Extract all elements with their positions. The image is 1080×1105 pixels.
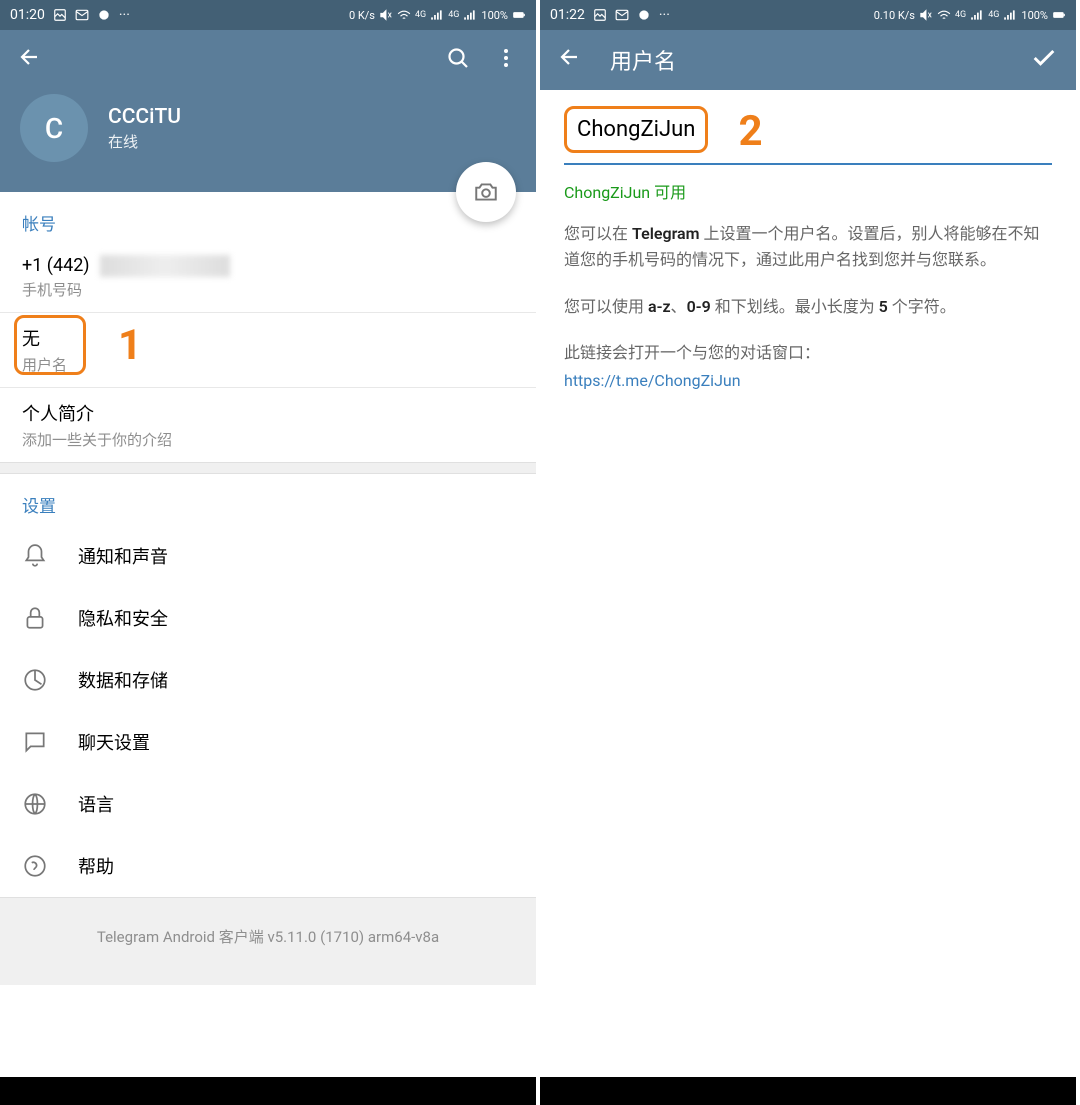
- username-item[interactable]: 无 用户名 1: [0, 313, 536, 388]
- back-button[interactable]: [558, 45, 582, 75]
- username-desc-1: 您可以在 Telegram 上设置一个用户名。设置后，别人将能够在不知道您的手机…: [564, 221, 1052, 274]
- network-speed: 0.10 K/s: [874, 9, 915, 22]
- settings-label: 聊天设置: [78, 729, 150, 755]
- check-icon: [1030, 44, 1058, 72]
- battery-percent: 100%: [1021, 9, 1048, 22]
- mail-icon: [615, 8, 629, 22]
- android-nav-bar: [0, 1077, 536, 1105]
- network-speed: 0 K/s: [349, 9, 375, 22]
- profile-settings-screen: 01:20 ··· 0 K/s 4G 4G 100%: [0, 0, 540, 1105]
- settings-help[interactable]: 帮助: [0, 835, 536, 897]
- username-link[interactable]: https://t.me/ChongZiJun: [564, 371, 1052, 390]
- settings-label: 语言: [78, 791, 114, 817]
- picture-icon: [593, 8, 607, 22]
- bio-label: 添加一些关于你的介绍: [22, 429, 514, 450]
- settings-notifications[interactable]: 通知和声音: [0, 525, 536, 587]
- app-header: 用户名: [540, 30, 1076, 90]
- username-desc-2: 您可以使用 a-z、0-9 和下划线。最小长度为 5 个字符。: [564, 294, 1052, 320]
- section-divider: [0, 462, 536, 474]
- status-time: 01:22: [550, 7, 585, 23]
- username-available: ChongZiJun 可用: [564, 179, 1052, 203]
- signal-icon: [970, 8, 984, 22]
- username-label: 用户名: [22, 354, 514, 375]
- settings-data[interactable]: 数据和存储: [0, 649, 536, 711]
- signal-4g: 4G: [415, 10, 426, 20]
- app-header: [0, 30, 536, 90]
- search-icon: [446, 46, 470, 70]
- avatar-initial: C: [45, 112, 63, 145]
- bio-value: 个人简介: [22, 400, 514, 426]
- app-version: Telegram Android 客户端 v5.11.0 (1710) arm6…: [0, 897, 536, 985]
- settings-privacy[interactable]: 隐私和安全: [0, 587, 536, 649]
- camera-fab[interactable]: [456, 162, 516, 222]
- username-input[interactable]: ChongZiJun: [577, 117, 695, 142]
- search-button[interactable]: [446, 46, 470, 74]
- signal-icon-2: [1003, 8, 1017, 22]
- chat-status-icon: [637, 8, 651, 22]
- wifi-icon: [937, 8, 951, 22]
- signal-4g: 4G: [955, 10, 966, 20]
- username-input-highlight: ChongZiJun: [564, 106, 708, 153]
- back-button[interactable]: [18, 45, 42, 75]
- signal-4g-2: 4G: [988, 10, 999, 20]
- mute-icon: [379, 8, 393, 22]
- status-bar: 01:22 ··· 0.10 K/s 4G 4G 100%: [540, 0, 1076, 30]
- confirm-button[interactable]: [1030, 44, 1058, 76]
- settings-label: 隐私和安全: [78, 605, 168, 631]
- battery-icon: [1052, 8, 1066, 22]
- android-nav-bar: [540, 1077, 1076, 1105]
- mail-icon: [75, 8, 89, 22]
- wifi-icon: [397, 8, 411, 22]
- picture-icon: [53, 8, 67, 22]
- settings-chat[interactable]: 聊天设置: [0, 711, 536, 773]
- settings-section-header: 设置: [0, 474, 536, 525]
- chat-icon: [22, 729, 48, 755]
- input-underline: [564, 163, 1052, 165]
- status-bar: 01:20 ··· 0 K/s 4G 4G 100%: [0, 0, 536, 30]
- profile-name: CCCiTU: [108, 105, 181, 129]
- help-icon: [22, 853, 48, 879]
- data-icon: [22, 667, 48, 693]
- bio-item[interactable]: 个人简介 添加一些关于你的介绍: [0, 388, 536, 462]
- phone-label: 手机号码: [22, 279, 514, 300]
- callout-2: 2: [738, 107, 762, 156]
- username-edit-screen: 01:22 ··· 0.10 K/s 4G 4G 100% 用户名: [540, 0, 1080, 1105]
- more-dots-icon: ···: [119, 7, 130, 23]
- status-time: 01:20: [10, 7, 45, 23]
- more-button[interactable]: [494, 46, 518, 74]
- profile-status: 在线: [108, 131, 181, 152]
- signal-icon: [430, 8, 444, 22]
- settings-label: 通知和声音: [78, 543, 168, 569]
- account-section-header: 帐号: [0, 192, 536, 243]
- globe-icon: [22, 791, 48, 817]
- settings-label: 数据和存储: [78, 667, 168, 693]
- camera-icon: [473, 179, 499, 205]
- battery-percent: 100%: [481, 9, 508, 22]
- lock-icon: [22, 605, 48, 631]
- settings-label: 帮助: [78, 853, 114, 879]
- content-scroll[interactable]: 帐号 +1 (442) 手机号码 无 用户名 1 个人简介 添加一些关于你的介绍…: [0, 192, 536, 1077]
- phone-item[interactable]: +1 (442) 手机号码: [0, 243, 536, 313]
- settings-language[interactable]: 语言: [0, 773, 536, 835]
- bell-icon: [22, 543, 48, 569]
- battery-icon: [512, 8, 526, 22]
- redacted-phone: [100, 255, 230, 277]
- signal-4g-2: 4G: [448, 10, 459, 20]
- username-link-desc: 此链接会打开一个与您的对话窗口：: [564, 340, 1052, 366]
- signal-icon-2: [463, 8, 477, 22]
- chat-status-icon: [97, 8, 111, 22]
- avatar[interactable]: C: [20, 94, 88, 162]
- page-title: 用户名: [610, 44, 676, 76]
- mute-icon: [919, 8, 933, 22]
- more-dots-icon: ···: [659, 7, 670, 23]
- more-vert-icon: [494, 46, 518, 70]
- profile-header: C CCCiTU 在线: [0, 90, 536, 192]
- phone-value: +1 (442): [22, 255, 514, 276]
- username-value: 无: [22, 325, 514, 351]
- username-form: ChongZiJun 2 ChongZiJun 可用 您可以在 Telegram…: [540, 90, 1076, 406]
